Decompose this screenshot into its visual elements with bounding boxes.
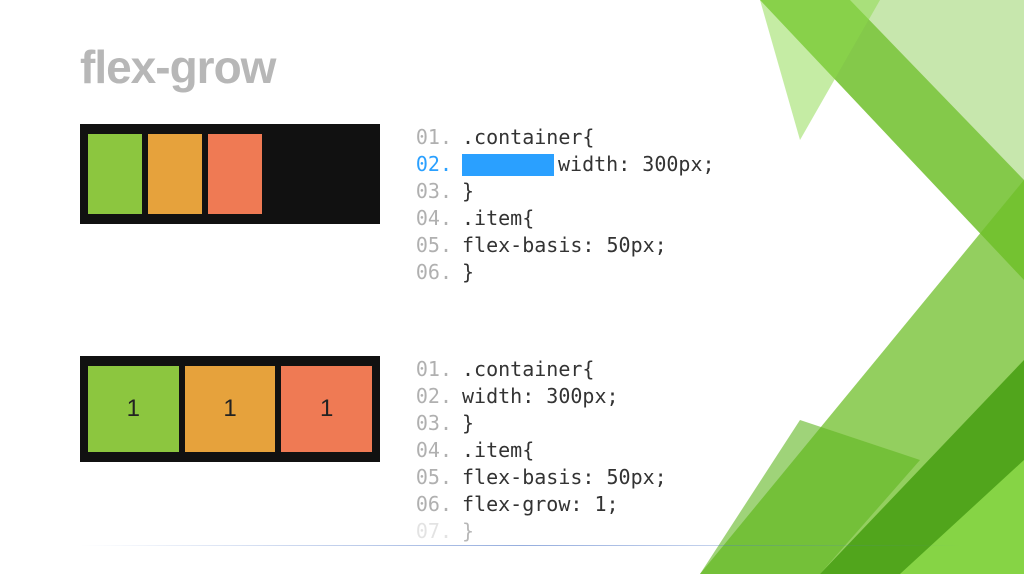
line-number: 02.: [410, 383, 452, 410]
line-number: 02.: [410, 151, 452, 178]
flex-item: 1: [88, 366, 179, 452]
code-text: .container{: [462, 124, 594, 151]
code-listing-1: 01. .container{ 02. width: 300px; 03.} 04.…: [410, 124, 715, 286]
divider: [80, 545, 964, 546]
example-2: 1 1 1 01. .container{ 02. width: 300px; 0…: [80, 356, 964, 545]
line-number: 06.: [410, 259, 452, 286]
line-number: 04.: [410, 437, 452, 464]
highlight-bar: [462, 154, 554, 176]
flex-item: 1: [281, 366, 372, 452]
line-number: 06.: [410, 491, 452, 518]
code-text: width: 300px;: [558, 151, 715, 178]
code-text: }: [462, 518, 474, 545]
code-text: .item{: [462, 437, 534, 464]
flex-container-demo-1: [80, 124, 380, 224]
example-1: 01. .container{ 02. width: 300px; 03.} 04.…: [80, 124, 964, 286]
line-number: 05.: [410, 464, 452, 491]
slide-title: flex-grow: [80, 40, 964, 94]
line-number: 07.: [410, 518, 452, 545]
slide: flex-grow 01. .container{ 02. width: 300px…: [0, 0, 1024, 574]
line-number: 04.: [410, 205, 452, 232]
flex-item: [148, 134, 202, 214]
code-text: }: [462, 259, 474, 286]
code-text: flex-basis: 50px;: [462, 464, 667, 491]
line-number: 05.: [410, 232, 452, 259]
flex-container-demo-2: 1 1 1: [80, 356, 380, 462]
code-text: .container{: [462, 356, 594, 383]
flex-item: 1: [185, 366, 276, 452]
code-listing-2: 01. .container{ 02. width: 300px; 03.} 04…: [410, 356, 667, 545]
code-text: }: [462, 178, 474, 205]
line-number: 03.: [410, 410, 452, 437]
code-text: flex-basis: 50px;: [462, 232, 667, 259]
flex-item: [88, 134, 142, 214]
code-text: flex-grow: 1;: [462, 491, 619, 518]
line-number: 01.: [410, 124, 452, 151]
flex-item: [208, 134, 262, 214]
code-text: .item{: [462, 205, 534, 232]
examples: 01. .container{ 02. width: 300px; 03.} 04.…: [80, 124, 964, 545]
code-text: }: [462, 410, 474, 437]
line-number: 01.: [410, 356, 452, 383]
code-text: width: 300px;: [462, 383, 619, 410]
line-number: 03.: [410, 178, 452, 205]
